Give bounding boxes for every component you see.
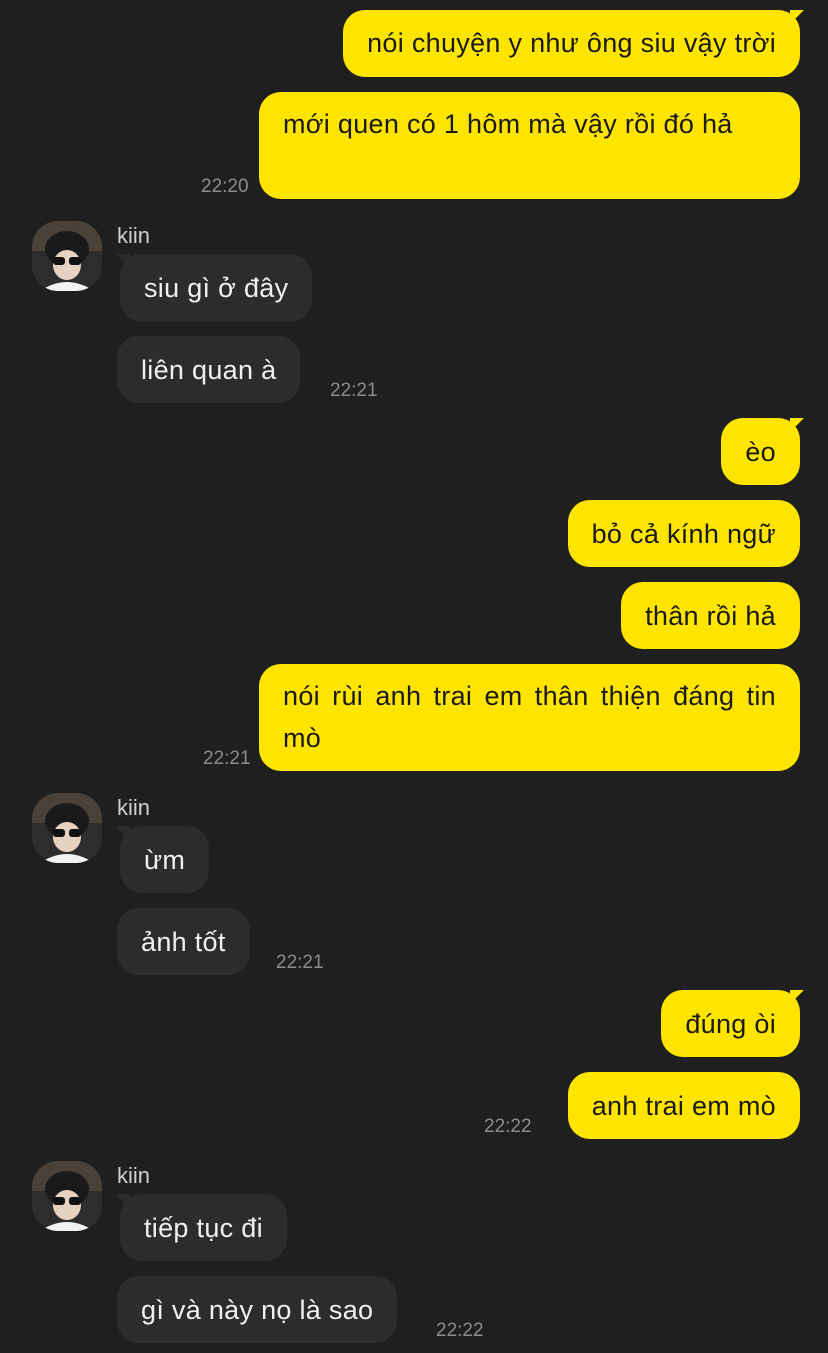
avatar-image <box>32 1161 102 1231</box>
message-text: ảnh tốt <box>141 927 226 957</box>
my-message-bubble[interactable]: mới quen có 1 hôm mà vậy rồi đó hả <box>259 92 800 199</box>
my-message-bubble[interactable]: nói chuyện y như ông siu vậy trời <box>343 10 804 77</box>
message-text: nói chuyện y như ông siu vậy trời <box>367 28 776 58</box>
their-message-bubble[interactable]: siu gì ở đây <box>115 254 313 322</box>
their-message-bubble[interactable]: liên quan à <box>117 336 301 403</box>
message-timestamp: 22:21 <box>276 952 324 973</box>
message-timestamp: 22:21 <box>330 380 378 401</box>
contact-name: kiin <box>117 1163 151 1188</box>
message-text: gì và này nọ là sao <box>141 1295 374 1325</box>
message-text: anh trai em mò <box>591 1091 776 1121</box>
contact-name: kiin <box>117 223 151 248</box>
my-message-bubble[interactable]: nói rùi anh trai em thân thiện đáng tin … <box>259 664 800 771</box>
message-text: liên quan à <box>141 355 277 385</box>
my-message-bubble[interactable]: bỏ cả kính ngữ <box>567 500 800 567</box>
avatar-image <box>32 793 102 863</box>
contact-avatar[interactable] <box>32 1161 102 1231</box>
message-timestamp: 22:22 <box>484 1116 532 1137</box>
their-message-bubble[interactable]: gì và này nọ là sao <box>117 1276 398 1343</box>
their-message-bubble[interactable]: ảnh tốt <box>117 908 250 975</box>
their-message-bubble[interactable]: ừm <box>115 826 210 893</box>
message-text: siu gì ở đây <box>144 273 289 303</box>
contact-avatar[interactable] <box>32 793 102 863</box>
message-text: nói rùi anh trai em thân thiện đáng tin … <box>283 681 776 753</box>
message-text: bỏ cả kính ngữ <box>591 519 776 549</box>
message-text: mới quen có 1 hôm mà vậy rồi đó hả <box>283 109 733 139</box>
message-timestamp: 22:22 <box>436 1320 484 1341</box>
their-message-bubble[interactable]: tiếp tục đi <box>116 1194 287 1261</box>
contact-avatar[interactable] <box>32 221 102 291</box>
my-message-bubble[interactable]: đúng òi <box>661 990 804 1057</box>
my-message-bubble[interactable]: anh trai em mò <box>567 1072 800 1139</box>
my-message-bubble[interactable]: thân rồi hả <box>621 582 800 649</box>
message-text: tiếp tục đi <box>144 1213 263 1243</box>
message-timestamp: 22:21 <box>203 748 251 769</box>
avatar-image <box>32 221 102 291</box>
message-text: èo <box>745 437 776 467</box>
message-text: đúng òi <box>685 1009 776 1039</box>
message-text: thân rồi hả <box>645 601 776 631</box>
message-text: ừm <box>144 845 186 875</box>
message-timestamp: 22:20 <box>201 176 249 197</box>
my-message-bubble[interactable]: èo <box>721 418 804 485</box>
contact-name: kiin <box>117 795 151 820</box>
